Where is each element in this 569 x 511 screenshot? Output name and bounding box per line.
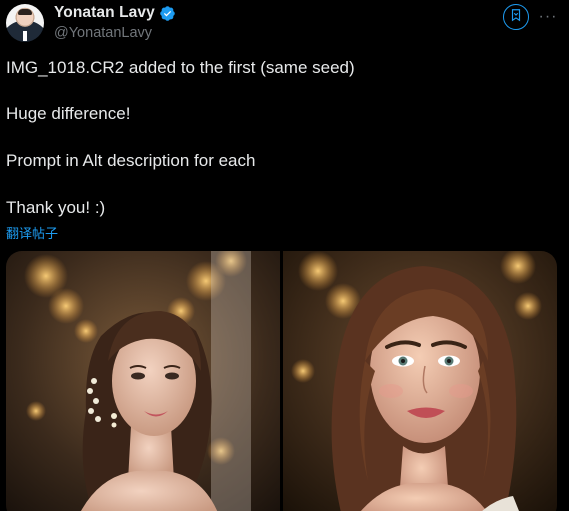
- translate-post-link[interactable]: 翻译帖子: [6, 223, 58, 242]
- media-grid: [6, 251, 557, 511]
- tweet: Yonatan Lavy @YonatanLavy ··· IMG_1018.C…: [0, 0, 569, 511]
- author-name[interactable]: Yonatan Lavy: [54, 4, 155, 22]
- post-text-line-3: Prompt in Alt description for each: [6, 151, 256, 170]
- post-text-line-1: IMG_1018.CR2 added to the first (same se…: [6, 58, 355, 77]
- verified-badge-icon: [159, 5, 176, 22]
- more-icon: ···: [538, 8, 558, 25]
- avatar-shirt: [23, 31, 27, 41]
- photo-1[interactable]: [6, 251, 280, 511]
- bookmark-button[interactable]: [503, 4, 529, 30]
- more-options-button[interactable]: ···: [538, 8, 558, 26]
- author-name-row[interactable]: Yonatan Lavy: [54, 4, 176, 22]
- photo-woman-wavy-hair-icon: [283, 251, 557, 511]
- avatar-hair: [18, 9, 32, 15]
- post-text-line-2: Huge difference!: [6, 104, 131, 123]
- photo-woman-updo-veil-icon: [6, 251, 280, 511]
- post-text-line-4: Thank you! :): [6, 198, 106, 217]
- avatar[interactable]: [6, 4, 44, 42]
- bookmark-icon: [509, 8, 523, 27]
- author-handle[interactable]: @YonatanLavy: [54, 25, 152, 41]
- photo-2[interactable]: [283, 251, 557, 511]
